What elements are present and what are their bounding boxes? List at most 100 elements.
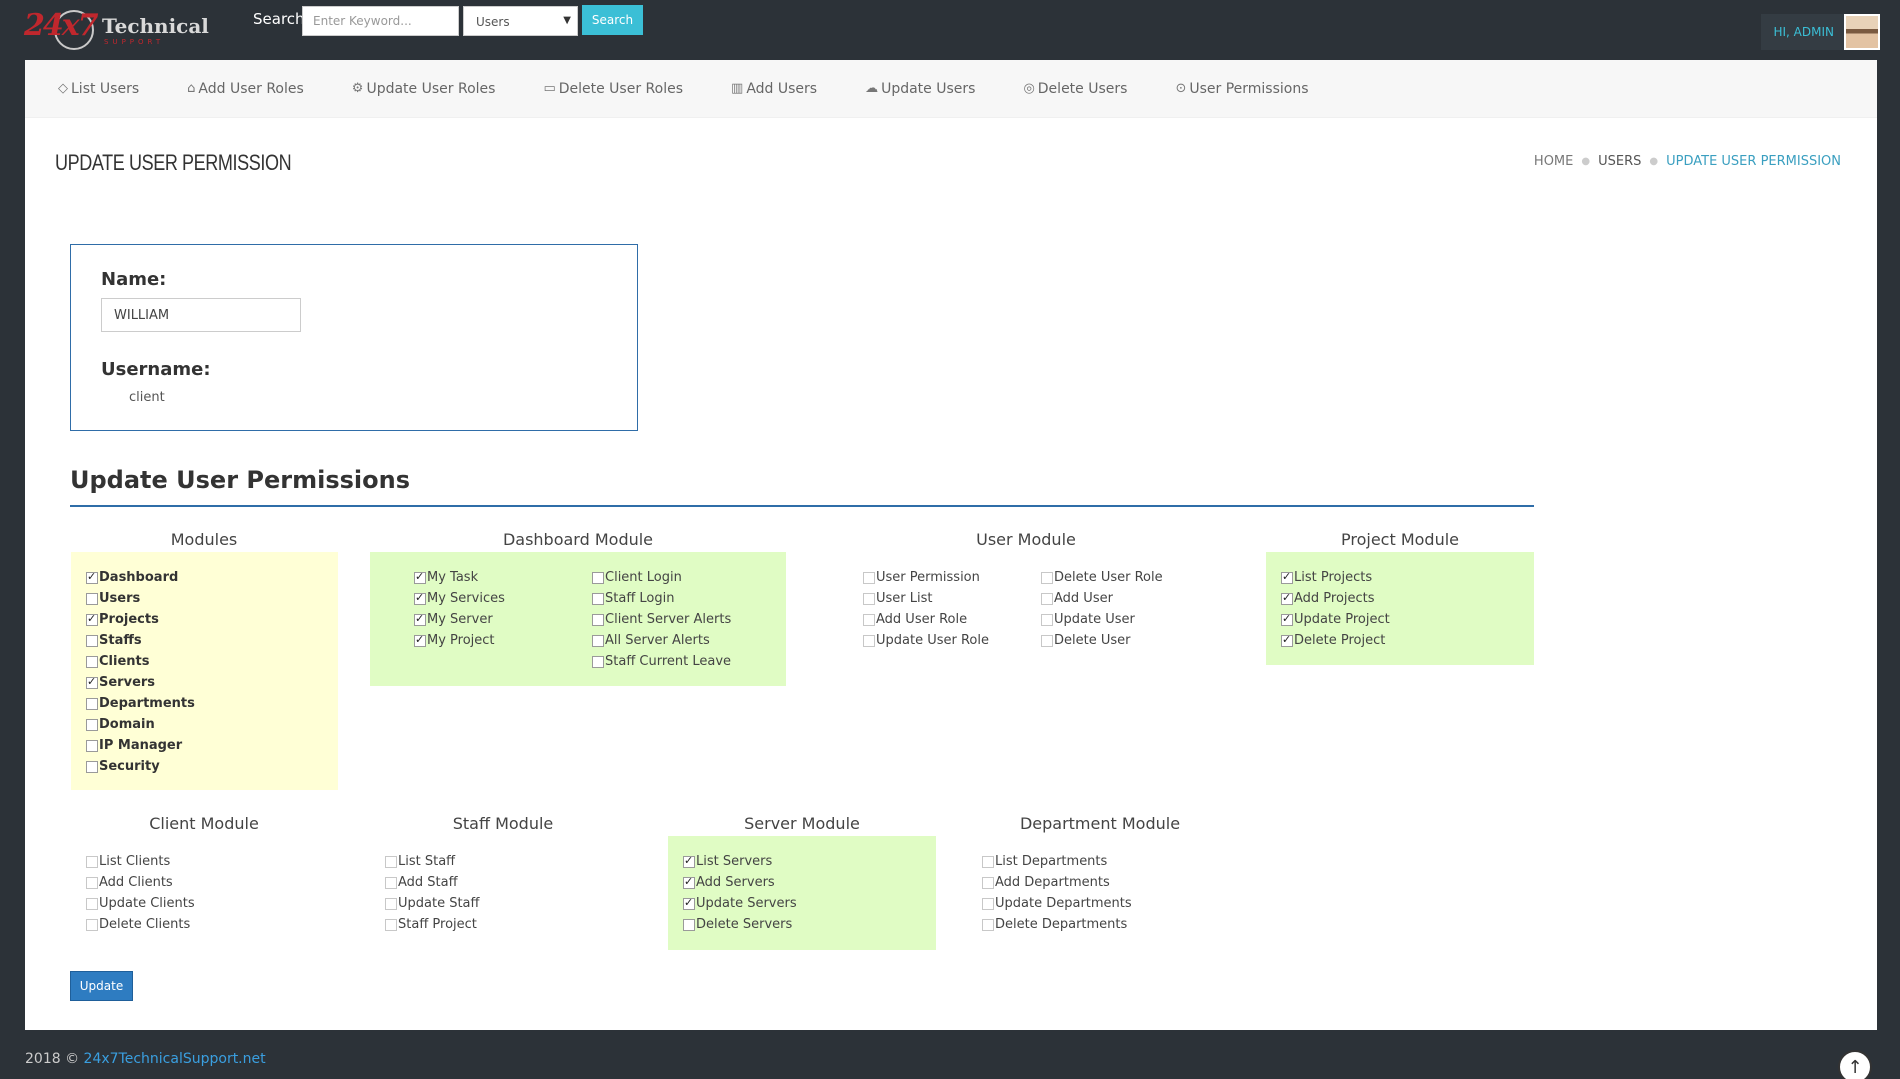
permission-checkbox-staffs[interactable]: Staffs	[86, 633, 142, 648]
permission-checkbox-staff-current-leave[interactable]: Staff Current Leave	[592, 654, 731, 669]
update-button[interactable]: Update	[70, 971, 133, 1001]
checkbox-unchecked-icon[interactable]	[385, 918, 397, 931]
nav-item-delete-users[interactable]: ◎ Delete Users	[1023, 81, 1127, 97]
checkbox-unchecked-icon[interactable]	[86, 760, 98, 773]
permission-checkbox-delete-servers[interactable]: Delete Servers	[683, 917, 792, 932]
checkbox-unchecked-icon[interactable]	[1041, 613, 1053, 626]
permission-checkbox-staff-project[interactable]: Staff Project	[385, 917, 477, 932]
checkbox-unchecked-icon[interactable]	[86, 655, 98, 668]
checkbox-checked-icon[interactable]	[414, 570, 426, 584]
checkbox-unchecked-icon[interactable]	[86, 918, 98, 931]
permission-checkbox-client-login[interactable]: Client Login	[592, 570, 682, 585]
nav-item-update-users[interactable]: ☁ Update Users	[865, 81, 975, 97]
checkbox-unchecked-icon[interactable]	[982, 897, 994, 910]
checkbox-unchecked-icon[interactable]	[1041, 571, 1053, 584]
permission-checkbox-ip-manager[interactable]: IP Manager	[86, 738, 182, 753]
logo[interactable]: 24x7 Technical SUPPORT	[24, 8, 209, 52]
permission-checkbox-users[interactable]: Users	[86, 591, 140, 606]
checkbox-checked-icon[interactable]	[683, 896, 695, 910]
breadcrumb-users[interactable]: USERS	[1598, 154, 1641, 169]
permission-checkbox-client-server-alerts[interactable]: Client Server Alerts	[592, 612, 731, 627]
permission-checkbox-my-project[interactable]: My Project	[414, 633, 495, 648]
permission-checkbox-my-services[interactable]: My Services	[414, 591, 505, 606]
permission-checkbox-add-servers[interactable]: Add Servers	[683, 875, 775, 890]
search-input[interactable]	[302, 6, 459, 36]
permission-checkbox-list-clients[interactable]: List Clients	[86, 854, 170, 869]
checkbox-checked-icon[interactable]	[414, 633, 426, 647]
checkbox-checked-icon[interactable]	[414, 591, 426, 605]
checkbox-unchecked-icon[interactable]	[86, 697, 98, 710]
permission-checkbox-update-servers[interactable]: Update Servers	[683, 896, 797, 911]
permission-checkbox-delete-clients[interactable]: Delete Clients	[86, 917, 190, 932]
nav-item-list-users[interactable]: ◇ List Users	[58, 81, 139, 97]
checkbox-unchecked-icon[interactable]	[863, 613, 875, 626]
permission-checkbox-add-clients[interactable]: Add Clients	[86, 875, 173, 890]
permission-checkbox-add-departments[interactable]: Add Departments	[982, 875, 1110, 890]
permission-checkbox-add-staff[interactable]: Add Staff	[385, 875, 458, 890]
checkbox-unchecked-icon[interactable]	[982, 918, 994, 931]
checkbox-checked-icon[interactable]	[86, 675, 98, 689]
checkbox-unchecked-icon[interactable]	[592, 634, 604, 647]
checkbox-unchecked-icon[interactable]	[86, 592, 98, 605]
checkbox-unchecked-icon[interactable]	[1041, 634, 1053, 647]
nav-item-delete-user-roles[interactable]: ▭ Delete User Roles	[543, 81, 683, 97]
checkbox-unchecked-icon[interactable]	[86, 876, 98, 889]
permission-checkbox-delete-project[interactable]: Delete Project	[1281, 633, 1385, 648]
search-category-select[interactable]: Users ▼	[463, 6, 578, 36]
permission-checkbox-delete-departments[interactable]: Delete Departments	[982, 917, 1127, 932]
checkbox-unchecked-icon[interactable]	[86, 739, 98, 752]
nav-item-update-user-roles[interactable]: ⚙ Update User Roles	[352, 81, 496, 97]
checkbox-unchecked-icon[interactable]	[592, 592, 604, 605]
scroll-to-top-icon[interactable]: ↑	[1838, 1050, 1872, 1079]
permission-checkbox-update-project[interactable]: Update Project	[1281, 612, 1390, 627]
permission-checkbox-domain[interactable]: Domain	[86, 717, 155, 732]
permission-checkbox-list-projects[interactable]: List Projects	[1281, 570, 1372, 585]
checkbox-unchecked-icon[interactable]	[863, 571, 875, 584]
checkbox-unchecked-icon[interactable]	[1041, 592, 1053, 605]
checkbox-unchecked-icon[interactable]	[86, 897, 98, 910]
nav-item-add-user-roles[interactable]: ⌂ Add User Roles	[187, 81, 304, 97]
permission-checkbox-my-server[interactable]: My Server	[414, 612, 493, 627]
permission-checkbox-servers[interactable]: Servers	[86, 675, 155, 690]
checkbox-unchecked-icon[interactable]	[592, 655, 604, 668]
checkbox-unchecked-icon[interactable]	[385, 876, 397, 889]
permission-checkbox-add-projects[interactable]: Add Projects	[1281, 591, 1375, 606]
search-button[interactable]: Search	[582, 5, 643, 35]
avatar[interactable]	[1844, 14, 1880, 50]
permission-checkbox-update-staff[interactable]: Update Staff	[385, 896, 480, 911]
permission-checkbox-update-user[interactable]: Update User	[1041, 612, 1135, 627]
user-menu[interactable]: HI, ADMIN	[1761, 14, 1880, 50]
breadcrumb-home[interactable]: HOME	[1534, 154, 1573, 169]
permission-checkbox-all-server-alerts[interactable]: All Server Alerts	[592, 633, 710, 648]
permission-checkbox-delete-user[interactable]: Delete User	[1041, 633, 1130, 648]
checkbox-unchecked-icon[interactable]	[86, 634, 98, 647]
checkbox-checked-icon[interactable]	[1281, 612, 1293, 626]
checkbox-unchecked-icon[interactable]	[592, 571, 604, 584]
checkbox-checked-icon[interactable]	[683, 875, 695, 889]
permission-checkbox-list-servers[interactable]: List Servers	[683, 854, 772, 869]
permission-checkbox-my-task[interactable]: My Task	[414, 570, 478, 585]
permission-checkbox-add-user[interactable]: Add User	[1041, 591, 1113, 606]
checkbox-unchecked-icon[interactable]	[86, 855, 98, 868]
checkbox-unchecked-icon[interactable]	[385, 855, 397, 868]
permission-checkbox-update-user-role[interactable]: Update User Role	[863, 633, 989, 648]
checkbox-checked-icon[interactable]	[1281, 591, 1293, 605]
permission-checkbox-delete-user-role[interactable]: Delete User Role	[1041, 570, 1163, 585]
checkbox-unchecked-icon[interactable]	[86, 718, 98, 731]
permission-checkbox-update-clients[interactable]: Update Clients	[86, 896, 195, 911]
checkbox-checked-icon[interactable]	[1281, 633, 1293, 647]
permission-checkbox-add-user-role[interactable]: Add User Role	[863, 612, 967, 627]
checkbox-checked-icon[interactable]	[1281, 570, 1293, 584]
nav-item-user-permissions[interactable]: ⊙ User Permissions	[1175, 81, 1308, 97]
checkbox-checked-icon[interactable]	[86, 570, 98, 584]
checkbox-unchecked-icon[interactable]	[385, 897, 397, 910]
permission-checkbox-user-list[interactable]: User List	[863, 591, 933, 606]
permission-checkbox-dashboard[interactable]: Dashboard	[86, 570, 178, 585]
checkbox-unchecked-icon[interactable]	[982, 876, 994, 889]
permission-checkbox-departments[interactable]: Departments	[86, 696, 195, 711]
checkbox-checked-icon[interactable]	[86, 612, 98, 626]
permission-checkbox-security[interactable]: Security	[86, 759, 160, 774]
permission-checkbox-update-departments[interactable]: Update Departments	[982, 896, 1132, 911]
permission-checkbox-clients[interactable]: Clients	[86, 654, 149, 669]
checkbox-unchecked-icon[interactable]	[982, 855, 994, 868]
